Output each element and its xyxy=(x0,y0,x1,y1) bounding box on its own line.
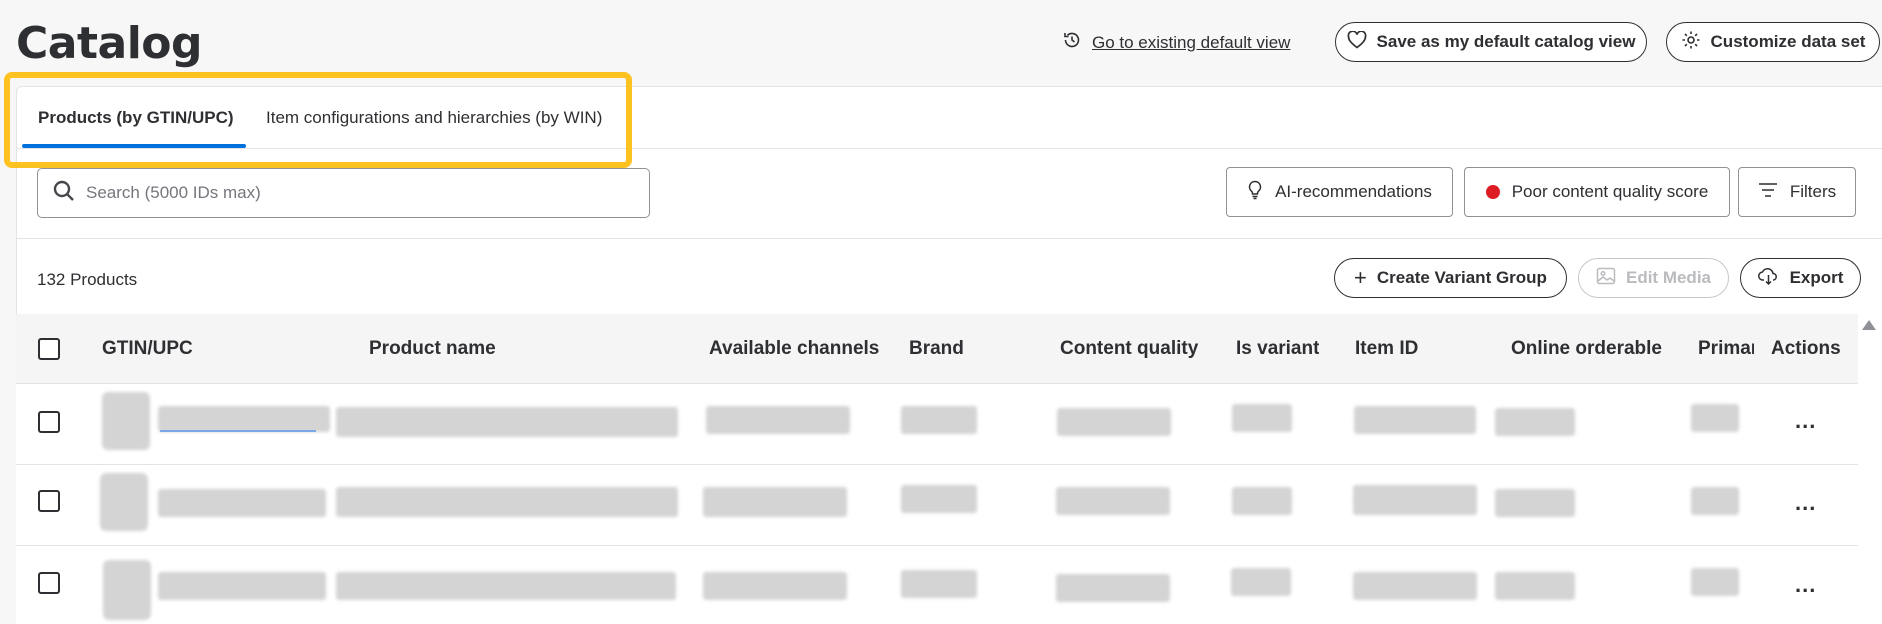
row-actions-menu-icon[interactable]: ... xyxy=(1795,490,1816,516)
export-label: Export xyxy=(1789,268,1844,287)
brand-cell xyxy=(901,570,977,598)
poor-content-quality-label: Poor content quality score xyxy=(1511,182,1709,201)
channels-cell xyxy=(703,572,847,600)
table-row[interactable]: ... xyxy=(16,465,1858,546)
column-header-is-variant[interactable]: Is variant xyxy=(1236,314,1319,384)
export-button[interactable]: Export xyxy=(1740,258,1861,298)
gear-icon xyxy=(1681,30,1701,55)
column-header-brand[interactable]: Brand xyxy=(909,314,964,384)
scroll-up-arrow-icon[interactable] xyxy=(1862,320,1876,330)
column-header-content-quality[interactable]: Content quality xyxy=(1060,314,1198,384)
column-header-product-name[interactable]: Product name xyxy=(369,314,496,384)
channels-cell xyxy=(703,487,847,517)
product-thumbnail xyxy=(102,392,150,450)
gtin-cell[interactable] xyxy=(158,572,326,600)
go-to-default-view-link[interactable]: Go to existing default view xyxy=(1062,30,1290,55)
item-id-cell xyxy=(1353,485,1477,515)
is-variant-cell xyxy=(1231,568,1291,596)
column-header-primary[interactable]: Primar xyxy=(1698,314,1754,384)
save-default-view-label: Save as my default catalog view xyxy=(1376,32,1636,51)
row-checkbox[interactable] xyxy=(38,572,60,594)
content-quality-cell xyxy=(1057,408,1171,436)
table-header: GTIN/UPC Product name Available channels… xyxy=(16,314,1858,384)
filters-label: Filters xyxy=(1789,182,1837,201)
ai-recommendations-label: AI-recommendations xyxy=(1275,182,1432,201)
brand-cell xyxy=(901,406,977,434)
customize-data-set-button[interactable]: Customize data set xyxy=(1666,22,1880,62)
product-name-cell xyxy=(336,407,678,437)
content-quality-cell xyxy=(1056,574,1170,602)
column-header-gtin[interactable]: GTIN/UPC xyxy=(102,314,193,384)
row-checkbox[interactable] xyxy=(38,490,60,512)
filters-button[interactable]: Filters xyxy=(1738,167,1856,217)
column-header-actions: Actions xyxy=(1771,338,1841,359)
go-to-default-view-label: Go to existing default view xyxy=(1092,32,1291,52)
is-variant-cell xyxy=(1232,487,1292,515)
cloud-download-icon xyxy=(1757,267,1780,290)
primary-cell xyxy=(1691,487,1739,515)
customize-data-set-label: Customize data set xyxy=(1710,32,1866,51)
gtin-link-underline xyxy=(160,430,316,432)
search-field[interactable] xyxy=(37,168,650,218)
product-name-cell xyxy=(336,487,678,517)
primary-cell xyxy=(1691,568,1739,596)
section-divider xyxy=(16,238,1882,239)
save-default-view-button[interactable]: Save as my default catalog view xyxy=(1335,22,1647,62)
table-row[interactable]: ... xyxy=(16,384,1858,465)
column-header-item-id[interactable]: Item ID xyxy=(1355,314,1418,384)
primary-cell xyxy=(1691,404,1739,432)
product-count: 132 Products xyxy=(37,270,138,289)
page-title: Catalog xyxy=(16,18,203,69)
lightbulb-icon xyxy=(1247,180,1263,205)
row-checkbox[interactable] xyxy=(38,411,60,433)
row-actions-menu-icon[interactable]: ... xyxy=(1795,408,1816,434)
online-orderable-cell xyxy=(1495,572,1575,600)
product-thumbnail xyxy=(100,473,148,531)
search-icon xyxy=(52,179,76,208)
channels-cell xyxy=(706,406,850,434)
edit-media-label: Edit Media xyxy=(1625,268,1711,287)
create-variant-group-label: Create Variant Group xyxy=(1376,268,1547,287)
ai-recommendations-button[interactable]: AI-recommendations xyxy=(1226,167,1453,217)
product-thumbnail xyxy=(103,560,151,620)
select-all-checkbox[interactable] xyxy=(38,338,60,360)
gtin-cell[interactable] xyxy=(158,406,330,432)
heart-icon xyxy=(1347,29,1367,54)
online-orderable-cell xyxy=(1495,408,1575,436)
content-quality-cell xyxy=(1056,487,1170,515)
brand-cell xyxy=(901,485,977,513)
filter-lines-icon xyxy=(1758,182,1778,203)
edit-media-button[interactable]: Edit Media xyxy=(1578,258,1729,298)
is-variant-cell xyxy=(1232,404,1292,432)
plus-icon: + xyxy=(1354,265,1367,290)
search-input[interactable] xyxy=(86,183,606,203)
column-header-online-orderable[interactable]: Online orderable xyxy=(1511,314,1662,384)
online-orderable-cell xyxy=(1495,489,1575,517)
poor-content-quality-button[interactable]: Poor content quality score xyxy=(1464,167,1730,217)
history-icon xyxy=(1062,30,1082,55)
red-status-dot-icon xyxy=(1485,185,1500,199)
table-row[interactable]: ... xyxy=(16,546,1858,624)
gtin-cell[interactable] xyxy=(158,489,326,517)
item-id-cell xyxy=(1353,572,1477,600)
create-variant-group-button[interactable]: + Create Variant Group xyxy=(1334,258,1567,298)
tabs-highlight-annotation xyxy=(4,72,632,168)
item-id-cell xyxy=(1354,406,1476,434)
row-actions-menu-icon[interactable]: ... xyxy=(1795,572,1816,598)
column-header-available-channels[interactable]: Available channels xyxy=(709,314,879,384)
image-icon xyxy=(1596,267,1616,290)
product-name-cell xyxy=(336,572,676,600)
